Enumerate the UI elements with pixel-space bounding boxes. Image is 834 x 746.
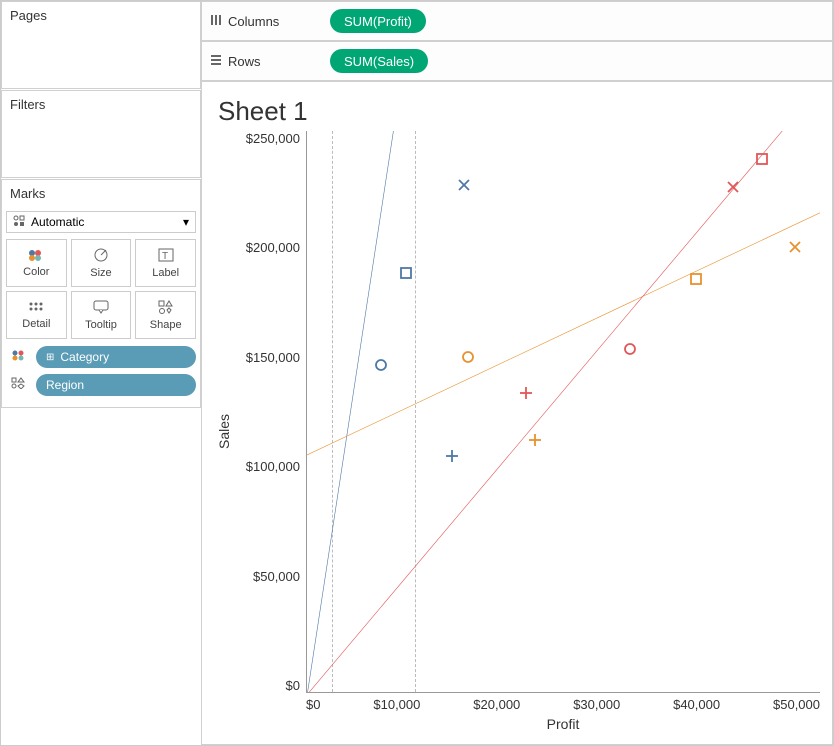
size-label: Size bbox=[90, 267, 111, 279]
rows-label: Rows bbox=[228, 54, 261, 69]
data-marker[interactable] bbox=[519, 386, 533, 400]
x-tick: $40,000 bbox=[673, 697, 720, 712]
marks-panel: Marks Automatic ▾ Color bbox=[1, 179, 201, 408]
data-marker[interactable] bbox=[755, 152, 769, 166]
columns-pill-label: SUM(Profit) bbox=[344, 14, 412, 29]
pages-label: Pages bbox=[2, 2, 200, 29]
columns-icon bbox=[210, 14, 222, 29]
x-tick: $0 bbox=[306, 697, 320, 712]
columns-pill[interactable]: SUM(Profit) bbox=[330, 9, 426, 33]
tooltip-label: Tooltip bbox=[85, 319, 117, 331]
x-tick: $50,000 bbox=[773, 697, 820, 712]
color-small-icon bbox=[6, 348, 30, 366]
color-button[interactable]: Color bbox=[6, 239, 67, 287]
color-icon bbox=[28, 249, 44, 264]
x-axis-ticks: $0 $10,000 $20,000 $30,000 $40,000 $50,000 bbox=[306, 693, 820, 712]
shape-icon bbox=[158, 300, 174, 317]
shape-button[interactable]: Shape bbox=[135, 291, 196, 339]
y-tick: $200,000 bbox=[234, 240, 300, 255]
rows-pill[interactable]: SUM(Sales) bbox=[330, 49, 428, 73]
y-tick: $250,000 bbox=[234, 131, 300, 146]
detail-label: Detail bbox=[22, 318, 50, 330]
color-label: Color bbox=[23, 266, 49, 278]
svg-text:T: T bbox=[162, 251, 168, 262]
label-label: Label bbox=[152, 267, 179, 279]
y-tick: $0 bbox=[234, 678, 300, 693]
x-axis-title: Profit bbox=[306, 716, 820, 732]
rows-icon bbox=[210, 54, 222, 69]
tooltip-button[interactable]: Tooltip bbox=[71, 291, 132, 339]
category-pill-label: Category bbox=[60, 350, 109, 364]
pages-panel[interactable]: Pages bbox=[1, 1, 201, 89]
filters-panel[interactable]: Filters bbox=[1, 90, 201, 178]
y-axis-ticks: $250,000 $200,000 $150,000 $100,000 $50,000 $… bbox=[234, 131, 306, 693]
size-icon bbox=[92, 248, 110, 265]
marks-label: Marks bbox=[2, 180, 200, 207]
data-marker[interactable] bbox=[726, 180, 740, 194]
filters-label: Filters bbox=[2, 91, 200, 118]
shape-small-icon bbox=[6, 376, 30, 394]
region-pill[interactable]: Region bbox=[36, 374, 196, 396]
chevron-down-icon: ▾ bbox=[183, 215, 189, 229]
y-tick: $50,000 bbox=[234, 569, 300, 584]
chart-plot[interactable] bbox=[306, 131, 820, 693]
rows-shelf[interactable]: Rows SUM(Sales) bbox=[201, 41, 833, 81]
columns-label: Columns bbox=[228, 14, 279, 29]
size-button[interactable]: Size bbox=[71, 239, 132, 287]
category-pill[interactable]: ⊞ Category bbox=[36, 346, 196, 368]
x-tick: $20,000 bbox=[473, 697, 520, 712]
marks-shape-auto-icon bbox=[13, 215, 25, 230]
y-axis-title: Sales bbox=[214, 131, 234, 732]
data-marker[interactable] bbox=[623, 342, 637, 356]
color-pill-row[interactable]: ⊞ Category bbox=[2, 343, 200, 371]
shape-label: Shape bbox=[150, 319, 182, 331]
x-tick: $10,000 bbox=[373, 697, 420, 712]
x-tick: $30,000 bbox=[573, 697, 620, 712]
rows-pill-label: SUM(Sales) bbox=[344, 54, 414, 69]
sheet-title[interactable]: Sheet 1 bbox=[218, 96, 820, 127]
marks-type-text: Automatic bbox=[31, 215, 84, 229]
tooltip-icon bbox=[93, 300, 109, 317]
shape-pill-row[interactable]: Region bbox=[2, 371, 200, 399]
detail-button[interactable]: Detail bbox=[6, 291, 67, 339]
marks-type-select[interactable]: Automatic ▾ bbox=[6, 211, 196, 233]
y-tick: $150,000 bbox=[234, 350, 300, 365]
y-tick: $100,000 bbox=[234, 459, 300, 474]
label-icon: T bbox=[158, 248, 174, 265]
plus-icon: ⊞ bbox=[46, 352, 54, 363]
region-pill-label: Region bbox=[46, 378, 84, 392]
columns-shelf[interactable]: Columns SUM(Profit) bbox=[201, 1, 833, 41]
trend-line bbox=[307, 131, 820, 692]
detail-icon bbox=[28, 301, 44, 316]
viz-area: Sheet 1 Sales $250,000 $200,000 $150,000 $1… bbox=[201, 81, 833, 745]
label-button[interactable]: T Label bbox=[135, 239, 196, 287]
